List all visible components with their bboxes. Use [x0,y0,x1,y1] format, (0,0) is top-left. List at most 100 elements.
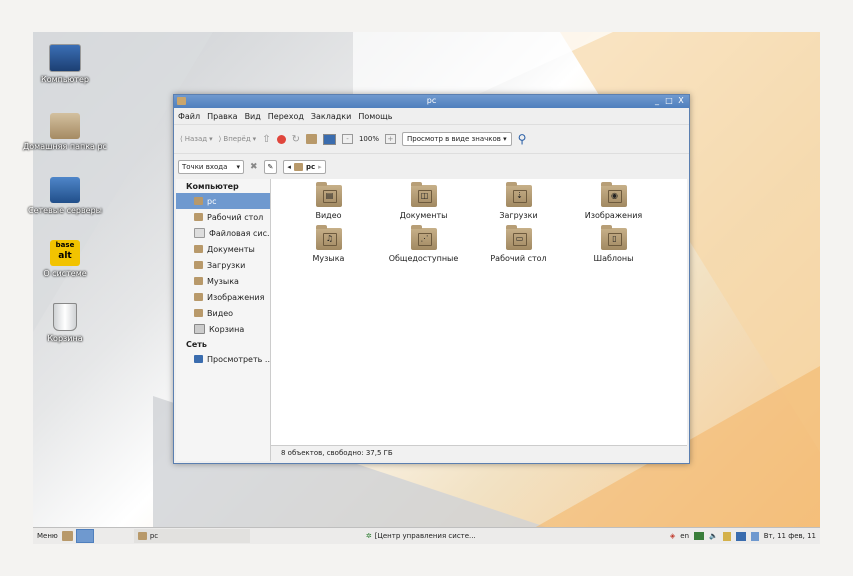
side-pane-label: Точки входа [182,163,228,171]
sidebar-item-documents[interactable]: Документы [176,241,270,257]
music-folder-icon: ♫ [315,225,342,250]
task-label: pc [149,532,159,540]
maximize-button[interactable]: □ [664,96,674,106]
file-name: Рабочий стол [490,254,547,263]
desktop-icon-computer[interactable]: Компьютер [20,44,110,84]
file-item-music[interactable]: ♫ Музыка [281,225,376,263]
file-name: Музыка [312,254,345,263]
sidebar-item-pictures[interactable]: Изображения [176,289,270,305]
forward-label: Вперёд [223,135,251,143]
public-folder-icon: ⋰ [410,225,437,250]
zoom-out-icon[interactable]: - [341,134,353,144]
user-icon[interactable] [750,531,759,541]
home-folder-icon[interactable] [61,531,73,541]
desktop-icon-about[interactable]: base alt О системе [20,240,110,278]
clipboard-icon[interactable] [722,531,731,541]
sidebar-item-label: Корзина [209,324,245,334]
file-item-downloads[interactable]: ⇣ Загрузки [471,182,566,220]
chevron-down-icon: ▾ [252,135,257,143]
minimize-button[interactable]: _ [652,96,662,106]
close-button[interactable]: X [676,96,686,106]
sidebar-item-music[interactable]: Музыка [176,273,270,289]
view-mode-select[interactable]: Просмотр в виде значков ▾ [401,132,512,146]
volume-icon[interactable]: 🔈 [709,532,718,540]
folder-emblem: ⋰ [417,233,432,246]
menu-help[interactable]: Помощь [358,112,392,121]
edit-path-icon[interactable]: ✎ [263,160,278,174]
sidebar-header-network: Сеть [186,340,207,349]
file-item-videos[interactable]: ▤ Видео [281,182,376,220]
taskbar-task-file-manager[interactable]: pc [133,529,250,543]
places-sidebar: Компьютер pc Рабочий стол Файловая сис..… [176,179,271,461]
desktop-icon-home[interactable]: Домашняя папка pc [20,113,110,151]
file-name: Документы [399,211,448,220]
sidebar-item-label: Файловая сис... [209,228,271,238]
sidebar-item-desktop[interactable]: Рабочий стол [176,209,270,225]
file-manager-window[interactable]: pc _ □ X Файл Правка Вид Переход Закладк… [173,94,690,464]
file-name: Загрузки [499,211,538,220]
file-item-public[interactable]: ⋰ Общедоступные [376,225,471,263]
home-folder-icon [293,163,303,171]
search-icon[interactable]: ⚲ [518,132,527,146]
sidebar-item-label: Музыка [207,276,239,286]
close-pane-icon[interactable]: ✖ [250,162,258,172]
logo-text-bottom: alt [58,251,72,261]
sidebar-item-browse-network[interactable]: Просмотреть ... [176,351,270,367]
desktop-icon-label: Домашняя папка pc [23,142,107,151]
sidebar-item-label: Документы [207,244,255,254]
sidebar-item-filesystem[interactable]: Файловая сис... [176,225,270,241]
keyboard-layout-indicator[interactable]: en [680,532,689,540]
templates-folder-icon: ▯ [600,225,627,250]
update-icon[interactable]: ◈ [670,532,675,540]
start-menu-button[interactable]: Меню [33,529,62,543]
up-icon[interactable]: ⇧ [262,134,270,145]
settings-icon: ✲ [365,532,372,540]
forward-button[interactable]: ⟩ Вперёд ▾ [219,135,257,143]
trash-icon [53,303,77,331]
path-current[interactable]: pc [306,163,315,171]
menu-edit[interactable]: Правка [207,112,237,121]
menu-go[interactable]: Переход [268,112,304,121]
side-pane-select[interactable]: Точки входа ▾ [178,160,244,174]
file-item-templates[interactable]: ▯ Шаблоны [566,225,661,263]
back-button[interactable]: ⟨ Назад ▾ [180,135,213,143]
path-right-arrow-icon[interactable]: ▸ [318,163,322,171]
pictures-folder-icon: ◉ [600,182,627,207]
desktop-icon-label: Компьютер [41,75,89,84]
network-icon [194,355,203,363]
clock[interactable]: Вт, 11 фев, 11 [764,532,816,540]
menu-file[interactable]: Файл [178,112,200,121]
stop-icon[interactable] [276,134,286,144]
file-view[interactable]: ▤ Видео ◫ Документы ⇣ Загрузки ◉ Изображения… [271,179,687,461]
show-desktop-icon[interactable] [75,529,94,543]
taskbar-task-control-center[interactable]: ✲ [Центр управления систе... [362,529,480,543]
location-bar: Точки входа ▾ ✖ ✎ ◂ pc ▸ [174,153,689,180]
monitor-icon[interactable] [694,532,705,540]
logo-text-top: base [55,241,75,249]
zoom-in-icon[interactable]: + [384,134,396,144]
menu-bookmarks[interactable]: Закладки [311,112,351,121]
file-item-pictures[interactable]: ◉ Изображения [566,182,661,220]
path-bar[interactable]: ◂ pc ▸ [283,160,326,174]
network-icon[interactable] [735,531,746,541]
desktop-icon-label: Корзина [47,334,83,343]
desktop-icon-trash[interactable]: Корзина [20,303,110,343]
sidebar-item-label: Видео [207,308,234,318]
file-item-documents[interactable]: ◫ Документы [376,182,471,220]
sidebar-item-downloads[interactable]: Загрузки [176,257,270,273]
window-titlebar[interactable]: pc _ □ X [174,95,689,108]
sidebar-header-computer: Компьютер [186,182,239,191]
menu-view[interactable]: Вид [245,112,261,121]
reload-icon[interactable]: ↻ [292,134,300,145]
path-left-arrow-icon[interactable]: ◂ [287,163,291,171]
desktop-icon-network[interactable]: Сетевые серверы [20,177,110,215]
video-folder-icon: ▤ [315,182,342,207]
file-item-desktop[interactable]: ▭ Рабочий стол [471,225,566,263]
sidebar-item-trash[interactable]: Корзина [176,321,270,337]
sidebar-item-pc[interactable]: pc [176,193,270,209]
zoom-level: 100% [358,135,379,143]
computer-icon[interactable] [322,133,336,145]
home-icon[interactable] [305,134,317,144]
sidebar-item-videos[interactable]: Видео [176,305,270,321]
system-tray: ◈ en 🔈 Вт, 11 фев, 11 [666,529,820,543]
